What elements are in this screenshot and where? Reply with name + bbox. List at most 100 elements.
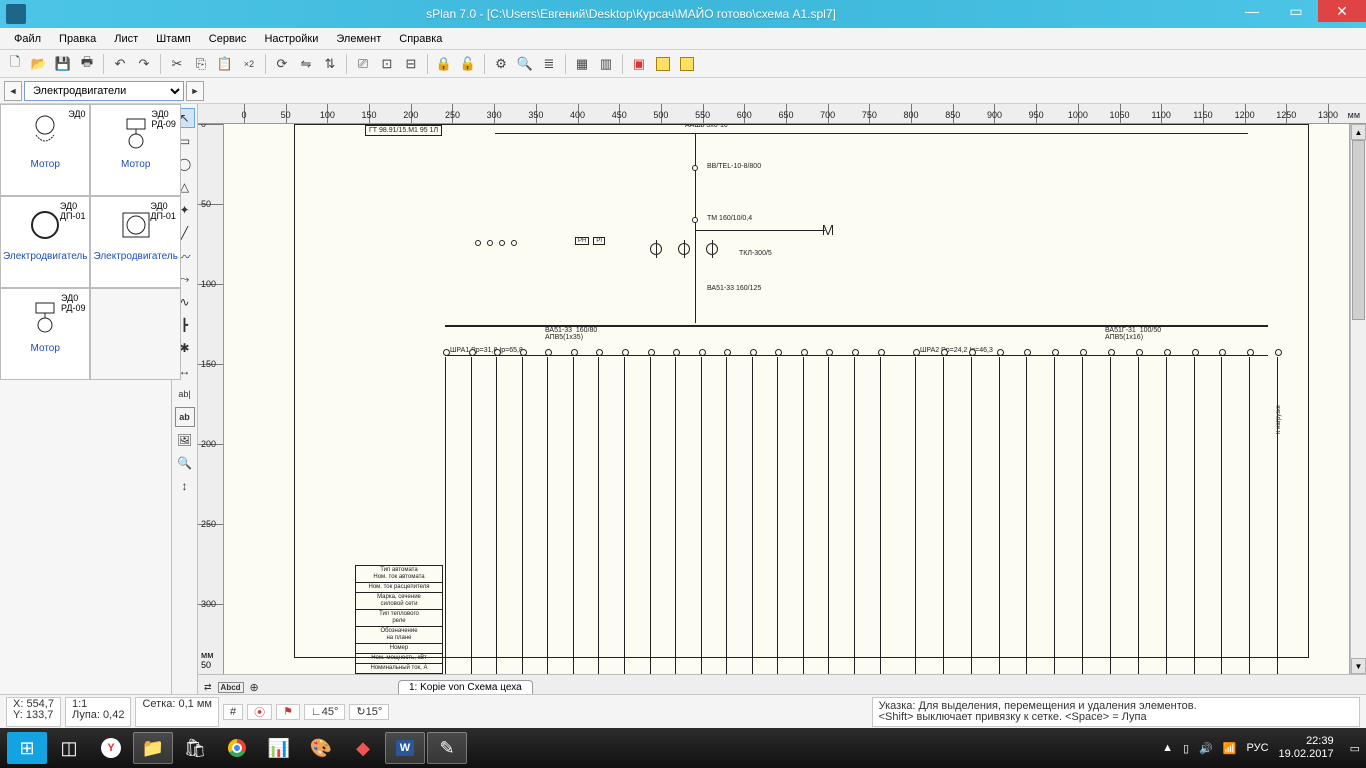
hint-line2: <Shift> выключает привязку к сетке. <Spa… [879,712,1353,723]
taskbar-yandex-icon[interactable]: Y [91,732,131,764]
taskbar-splan-icon[interactable]: ✎ [427,732,467,764]
grid-toggle[interactable]: # [223,704,243,720]
drawing-canvas[interactable]: ААШв 3x6-10 ГТ 98.91/15.М1 95 1Л ВВ/TEL-… [224,124,1350,674]
taskbar-app3-icon[interactable]: ◆ [343,732,383,764]
library-cell[interactable]: ЭД0РД-09Мотор [0,288,90,380]
components-button[interactable]: ⚙ [490,53,512,75]
textlabel-tool[interactable]: ab| [175,384,195,404]
taskbar-chrome-icon[interactable] [217,732,257,764]
main-toolbar: 🗋 📂 💾 🖶 ↶ ↷ ✂ ⎘ 📋 ×2 ⟳ ⇋ ⇅ ⎚ ⊡ ⊟ 🔒 🔓 ⚙ 🔍… [0,50,1366,78]
cut-button[interactable]: ✂ [166,53,188,75]
library-cell[interactable]: ЭД0ДП-01Электродвигатель [90,196,180,288]
taskbar-word-icon[interactable]: W [385,732,425,764]
flag-toggle[interactable]: ⚑ [276,704,300,720]
library-cell[interactable]: ЭД0Мотор [0,104,90,196]
rot-cell[interactable]: ↻ 15° [349,704,389,720]
scroll-thumb[interactable] [1352,140,1365,320]
tray-battery-icon[interactable]: ▯ [1183,742,1189,755]
list-button[interactable]: ≣ [538,53,560,75]
menu-Файл[interactable]: Файл [6,31,49,47]
menu-bar: ФайлПравкаЛистШтампСервисНастройкиЭлемен… [0,28,1366,50]
duplicate-button[interactable]: ×2 [238,53,260,75]
new-file-button[interactable]: 🗋 [4,53,26,75]
window-minimize-button[interactable]: — [1230,0,1274,22]
mirror-h-button[interactable]: ⇋ [295,53,317,75]
save-file-button[interactable]: 💾 [52,53,74,75]
undo-button[interactable]: ↶ [109,53,131,75]
lock-button[interactable]: 🔒 [433,53,455,75]
param-row: Ном. ток расцепителя [355,583,443,593]
paste-button[interactable]: 📋 [214,53,236,75]
tray-clock[interactable]: 22:39 19.02.2017 [1279,735,1340,761]
param-row: Обозначениена плане [355,627,443,644]
label-breaker: ВВ/TEL-10-8/800 [707,163,761,170]
tray-lang[interactable]: РУС [1247,742,1269,754]
scroll-down-button[interactable]: ▼ [1351,658,1366,674]
highlight2-button[interactable] [676,53,698,75]
taskbar-explorer-icon[interactable]: 📁 [133,732,173,764]
tray-expand-icon[interactable]: ▲ [1162,742,1173,754]
page-settings-button[interactable]: ▦ [571,53,593,75]
snap-toggle[interactable]: ⦿ [247,704,272,720]
image-tool[interactable]: 🖼 [175,430,195,450]
colors-button[interactable]: ▥ [595,53,617,75]
taskbar-store-icon[interactable]: 🛍 [175,732,215,764]
page-tab[interactable]: 1: Kopie von Схема цеха [398,680,533,694]
menu-Правка[interactable]: Правка [51,31,104,47]
unlock-button[interactable]: 🔓 [457,53,479,75]
measure-tool[interactable]: ↕ [175,476,195,496]
tray-notifications-icon[interactable]: ▭ [1350,742,1360,755]
vertical-ruler: мм 50 050100150200250300 [198,124,224,674]
label-top-cable: ААШв 3x6-10 [685,124,728,129]
rotate-button[interactable]: ⟳ [271,53,293,75]
status-grid: Сетка: 0,1 мм [142,699,212,710]
start-button[interactable]: ⊞ [7,732,47,764]
param-row: Ном. мощность, кВт [355,654,443,664]
label-trans: ТМ 160/10/0,4 [707,215,752,222]
param-row: Номер [355,644,443,654]
open-file-button[interactable]: 📂 [28,53,50,75]
menu-Сервис[interactable]: Сервис [201,31,255,47]
page-tab-row: ⇄ Abcd ⊕ 1: Kopie von Схема цеха [198,674,1366,694]
label-left-box: ГТ 98.91/15.М1 95 1Л [365,125,442,136]
menu-Справка[interactable]: Справка [391,31,450,47]
lib-next-button[interactable]: ► [186,81,204,101]
menu-Настройки[interactable]: Настройки [256,31,326,47]
vertical-scrollbar[interactable]: ▲ ▼ [1350,124,1366,674]
canvas-area: мм 0501001502002503003504004505005506006… [198,104,1366,694]
copy-button[interactable]: ⎘ [190,53,212,75]
align-button[interactable]: ⎚ [352,53,374,75]
angle-cell[interactable]: ∟ 45° [304,704,345,720]
window-maximize-button[interactable]: ▭ [1274,0,1318,22]
tray-network-icon[interactable]: 📶 [1223,742,1237,755]
window-title: sPlan 7.0 - [C:\Users\Евгений\Desktop\Ку… [32,7,1230,21]
redo-button[interactable]: ↷ [133,53,155,75]
tray-volume-icon[interactable]: 🔊 [1199,742,1213,755]
layer-button[interactable]: ▣ [628,53,650,75]
group-button[interactable]: ⊡ [376,53,398,75]
library-select[interactable]: Электродвигатели [24,81,184,101]
app-icon [6,4,26,24]
zoom-tool[interactable]: 🔍 [175,453,195,473]
taskbar-app1-icon[interactable]: 📊 [259,732,299,764]
window-close-button[interactable]: ✕ [1318,0,1366,22]
highlight1-button[interactable] [652,53,674,75]
text-tool[interactable]: ab [175,407,195,427]
library-cell[interactable]: ЭД0РД-09Мотор [90,104,180,196]
scroll-up-button[interactable]: ▲ [1351,124,1366,140]
lib-prev-button[interactable]: ◄ [4,81,22,101]
ungroup-button[interactable]: ⊟ [400,53,422,75]
menu-Штамп[interactable]: Штамп [148,31,199,47]
search-button[interactable]: 🔍 [514,53,536,75]
menu-Элемент[interactable]: Элемент [328,31,389,47]
mirror-v-button[interactable]: ⇅ [319,53,341,75]
taskbar-paint-icon[interactable]: 🎨 [301,732,341,764]
print-button[interactable]: 🖶 [76,53,98,75]
param-row: Тип автоматаНом. ток автомата [355,565,443,583]
window-titlebar: sPlan 7.0 - [C:\Users\Евгений\Desktop\Ку… [0,0,1366,28]
menu-Лист[interactable]: Лист [106,31,146,47]
task-view-button[interactable]: ◫ [49,732,89,764]
param-row: Марка, сечениесиловой сети [355,593,443,610]
status-lupa: 0,42 [103,709,124,721]
library-cell[interactable]: ЭД0ДП-01Электродвигатель [0,196,90,288]
